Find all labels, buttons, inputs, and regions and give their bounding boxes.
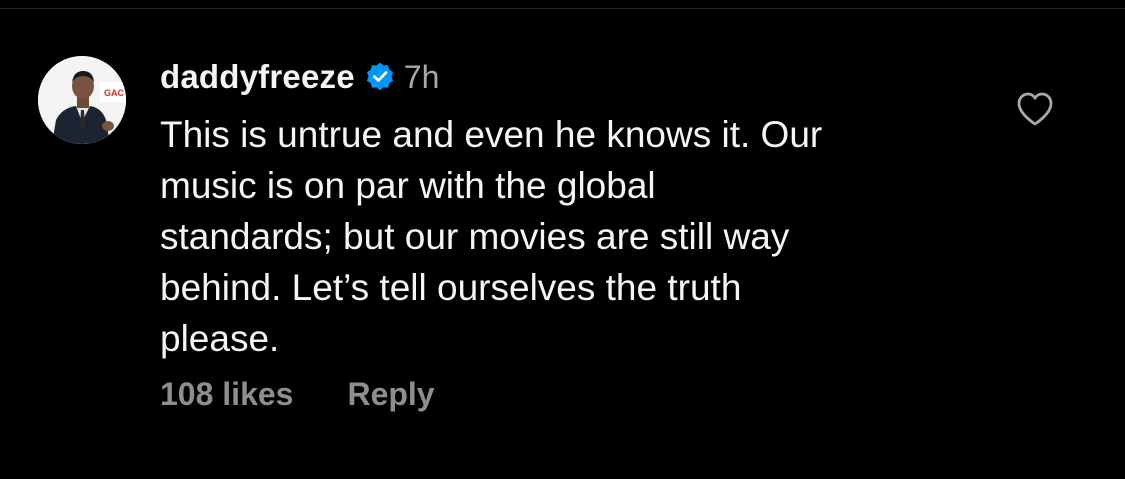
verified-badge-icon bbox=[364, 61, 396, 93]
likes-count[interactable]: 108 likes bbox=[160, 376, 293, 413]
reply-button[interactable]: Reply bbox=[347, 376, 434, 413]
heart-outline-icon bbox=[1017, 92, 1053, 126]
comment-header: daddyfreeze 7h bbox=[160, 55, 439, 99]
comment-text-line: standards; but our movies are still way bbox=[160, 216, 790, 257]
username[interactable]: daddyfreeze bbox=[160, 58, 355, 96]
svg-text:GAC: GAC bbox=[104, 88, 125, 98]
comment-text: This is untrue and even he knows it. Our… bbox=[160, 109, 960, 364]
comment-item: GAC daddyfreeze 7h This is untrue and ev… bbox=[0, 0, 1125, 479]
timestamp: 7h bbox=[403, 58, 440, 95]
comment-text-line: please. bbox=[160, 318, 280, 359]
comment-footer: 108 likes Reply bbox=[160, 371, 435, 417]
comment-text-line: behind. Let’s tell ourselves the truth bbox=[160, 267, 742, 308]
comment-text-line: music is on par with the global bbox=[160, 165, 656, 206]
profile-photo-icon: GAC bbox=[38, 56, 126, 144]
like-button[interactable] bbox=[1016, 91, 1054, 127]
comment-text-line: This is untrue and even he knows it. Our bbox=[160, 114, 823, 155]
avatar[interactable]: GAC bbox=[38, 56, 126, 144]
